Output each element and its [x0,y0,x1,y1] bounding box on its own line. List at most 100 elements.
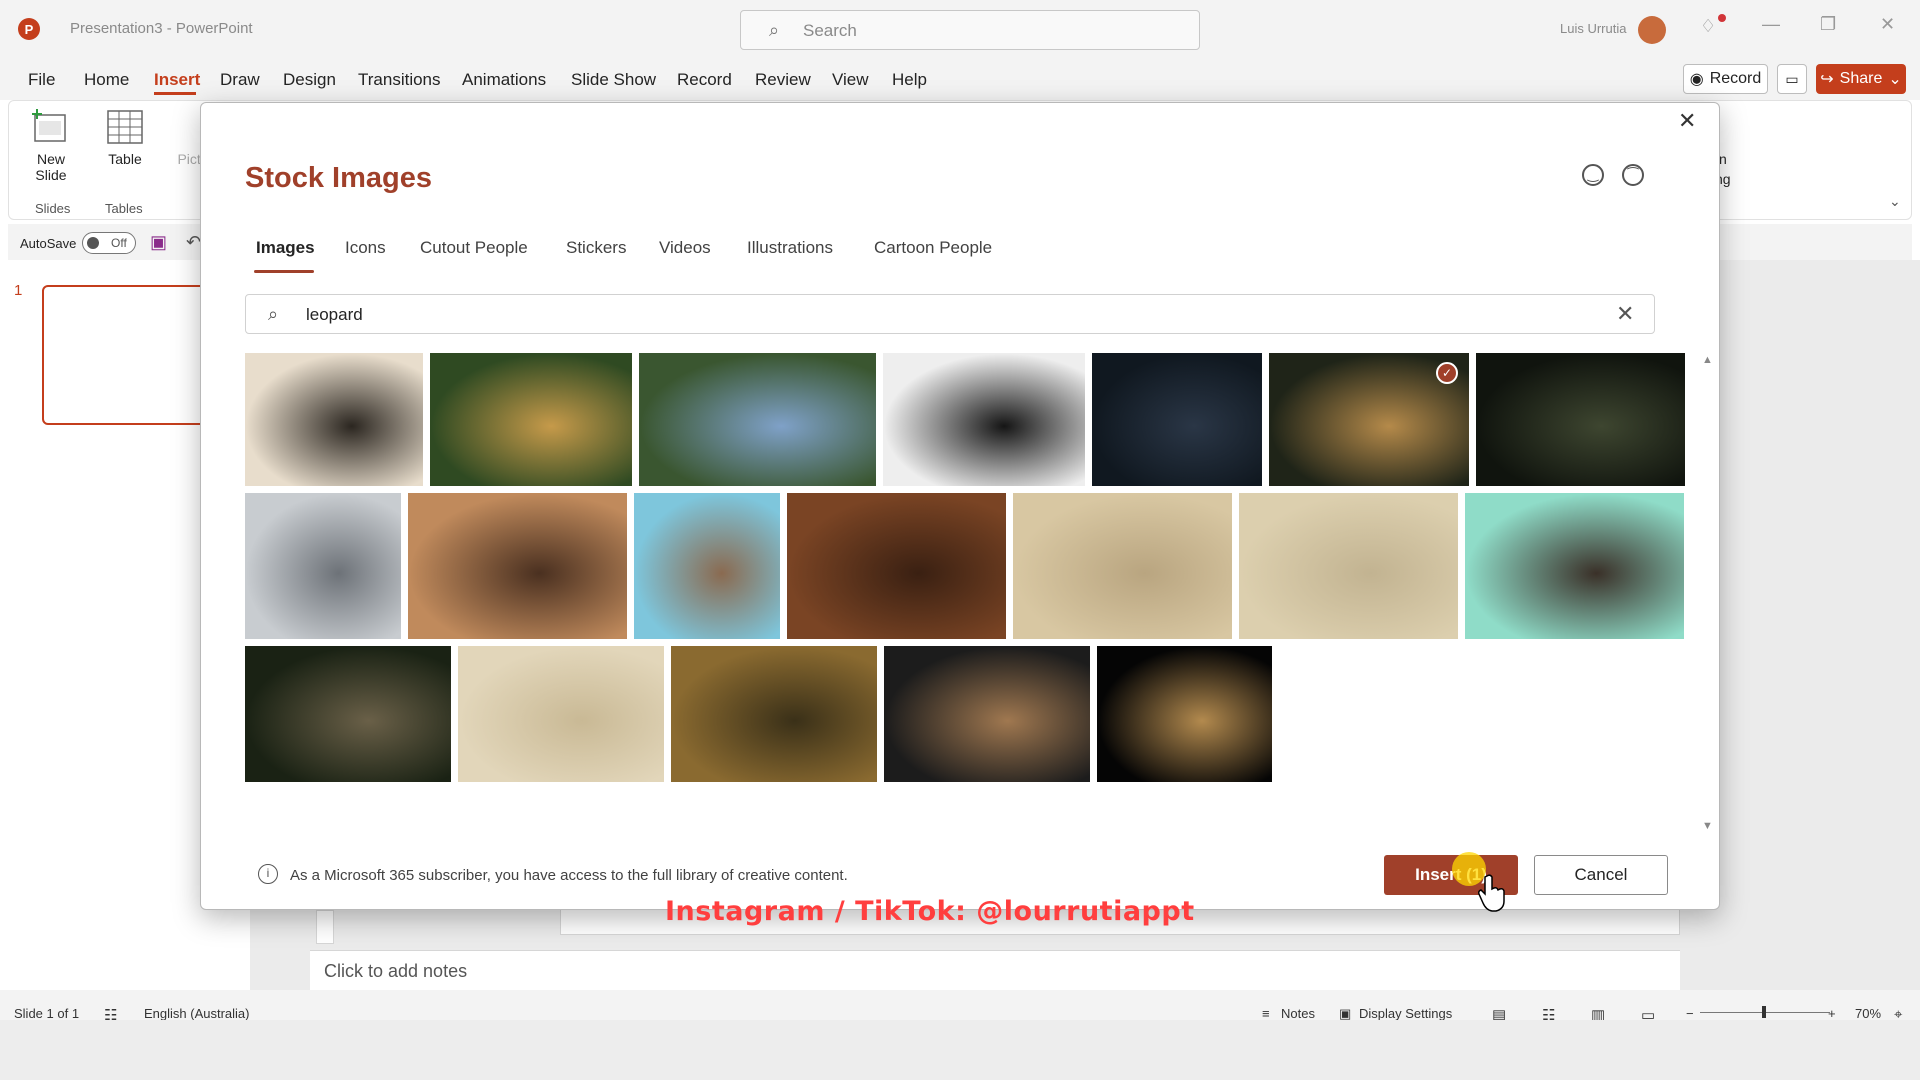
table-icon[interactable] [105,107,145,147]
menu-view[interactable]: View [832,70,869,90]
undo-icon[interactable]: ↶ [186,232,201,253]
stock-image-white-tiger[interactable] [245,493,401,639]
zoom-thumb[interactable] [1762,1006,1766,1018]
taskbar-strip [0,1020,1920,1080]
menu-insert[interactable]: Insert [154,70,200,90]
stock-image-leopard-golden-field[interactable] [671,646,877,782]
stock-image-woman-leopard-coat-glasses[interactable] [884,646,1090,782]
user-name[interactable]: Luis Urrutia [1560,21,1626,36]
stock-image-leopard-in-tree[interactable] [639,353,876,486]
close-icon[interactable]: ✕ [1678,108,1696,134]
menu-home[interactable]: Home [84,70,129,90]
search-placeholder: Search [803,21,857,40]
search-icon: ⌕ [268,304,279,324]
image-search-input[interactable]: ⌕ leopard ✕ [245,294,1655,334]
scroll-up-icon[interactable]: ▲ [1702,354,1713,366]
scroll-down-icon[interactable]: ▼ [1702,820,1713,832]
tab-illustrations[interactable]: Illustrations [747,238,833,258]
notes-placeholder[interactable]: Click to add notes [324,961,467,982]
tab-cutout-people[interactable]: Cutout People [420,238,528,258]
tab-stickers[interactable]: Stickers [566,238,626,258]
notes-toggle[interactable]: Notes [1281,1006,1315,1021]
stock-image-woman-crouching-mint-wall[interactable] [1465,493,1684,639]
stock-image-clouded-leopard[interactable] [245,646,451,782]
menu-draw[interactable]: Draw [220,70,260,90]
new-slide-label[interactable]: New Slide [29,151,73,183]
tab-cartoon-people[interactable]: Cartoon People [874,238,992,258]
zoom-in-icon[interactable]: + [1828,1006,1836,1021]
menu-design[interactable]: Design [283,70,336,90]
toggle-knob [87,237,99,249]
search-value: leopard [306,305,363,324]
share-button[interactable]: ↪ Share ⌄ [1816,64,1906,94]
selected-check-icon: ✓ [1436,362,1458,384]
notes-pane[interactable] [310,950,1680,990]
menu-animations[interactable]: Animations [462,70,546,90]
language-status[interactable]: English (Australia) [144,1006,250,1021]
stock-image-leopard-print-shoes[interactable] [634,493,780,639]
menu-file[interactable]: File [28,70,55,90]
autosave-label: AutoSave [20,236,77,251]
info-icon: i [258,864,278,884]
stock-image-black-panther-profile[interactable] [883,353,1085,486]
slide-thumbnail[interactable] [42,285,222,425]
display-settings[interactable]: Display Settings [1359,1006,1452,1021]
ribbon-partial-label-1: n [1719,151,1727,167]
active-tab-indicator [254,270,314,273]
active-tab-underline [154,92,196,95]
slide-number: 1 [14,282,23,299]
zoom-slider[interactable] [1700,1006,1830,1018]
status-bar [0,990,1920,1020]
stock-image-leopard-fur-pattern[interactable] [245,353,423,486]
table-label[interactable]: Table [103,151,147,167]
notification-dot [1718,14,1726,22]
lightbulb-icon[interactable]: ♢ [1700,16,1716,37]
stock-image-cheetah-in-savanna[interactable] [1013,493,1232,639]
share-icon: ↪ [1820,71,1834,88]
close-window-icon[interactable]: ✕ [1880,14,1895,35]
ribbon-collapse-icon[interactable]: ⌄ [1889,193,1901,210]
avatar[interactable] [1638,16,1666,44]
smile-feedback-icon[interactable]: ‿ [1582,164,1604,186]
cancel-button[interactable]: Cancel [1534,855,1668,895]
stock-image-cheetah-hiding-in-grass[interactable] [458,646,664,782]
search-box[interactable]: ⌕ Search [740,10,1200,50]
save-icon[interactable]: ▣ [150,232,167,253]
stock-image-leopard-in-grass-night[interactable] [1476,353,1685,486]
new-slide-icon[interactable] [31,107,71,147]
stock-image-cheetah-running-black[interactable] [1097,646,1272,782]
dialog-title: Stock Images [245,162,432,194]
autosave-state: Off [111,236,127,250]
powerpoint-logo-icon: P [18,18,40,40]
comment-icon: ▭ [1785,70,1799,87]
tab-videos[interactable]: Videos [659,238,711,258]
window-title: Presentation3 - PowerPoint [70,20,253,37]
slides-group-label: Slides [35,201,71,216]
menu-transitions[interactable]: Transitions [358,70,441,90]
stock-image-jaguar-resting-on-log[interactable] [430,353,632,486]
tab-images[interactable]: Images [256,238,315,258]
record-button[interactable]: ◉ Record [1683,64,1768,94]
tables-group-label: Tables [105,201,143,216]
zoom-out-icon[interactable]: − [1686,1006,1694,1021]
menu-help[interactable]: Help [892,70,927,90]
stock-image-woman-leopard-print-smiling[interactable] [408,493,627,639]
autosave-toggle[interactable]: Off [82,232,136,254]
comments-button[interactable]: ▭ [1777,64,1807,94]
restore-icon[interactable]: ❐ [1820,14,1836,35]
minimize-icon[interactable]: — [1762,14,1780,35]
menu-slide-show[interactable]: Slide Show [571,70,656,90]
clear-search-icon[interactable]: ✕ [1616,301,1634,327]
slide-info: Slide 1 of 1 [14,1006,80,1021]
stock-image-black-panther-dark[interactable] [1092,353,1262,486]
tab-icons[interactable]: Icons [345,238,386,258]
stock-image-cheetah-cub-in-grass[interactable] [1239,493,1458,639]
frown-feedback-icon[interactable]: ⁀ [1622,164,1644,186]
record-icon: ◉ [1689,71,1704,88]
menu-record[interactable]: Record [677,70,732,90]
stock-image-leopard-sitting-brown[interactable] [787,493,1006,639]
menu-review[interactable]: Review [755,70,811,90]
vertical-ruler [316,910,334,944]
zoom-level[interactable]: 70% [1855,1006,1881,1021]
notes-icon[interactable]: ≡ [1262,1006,1270,1021]
